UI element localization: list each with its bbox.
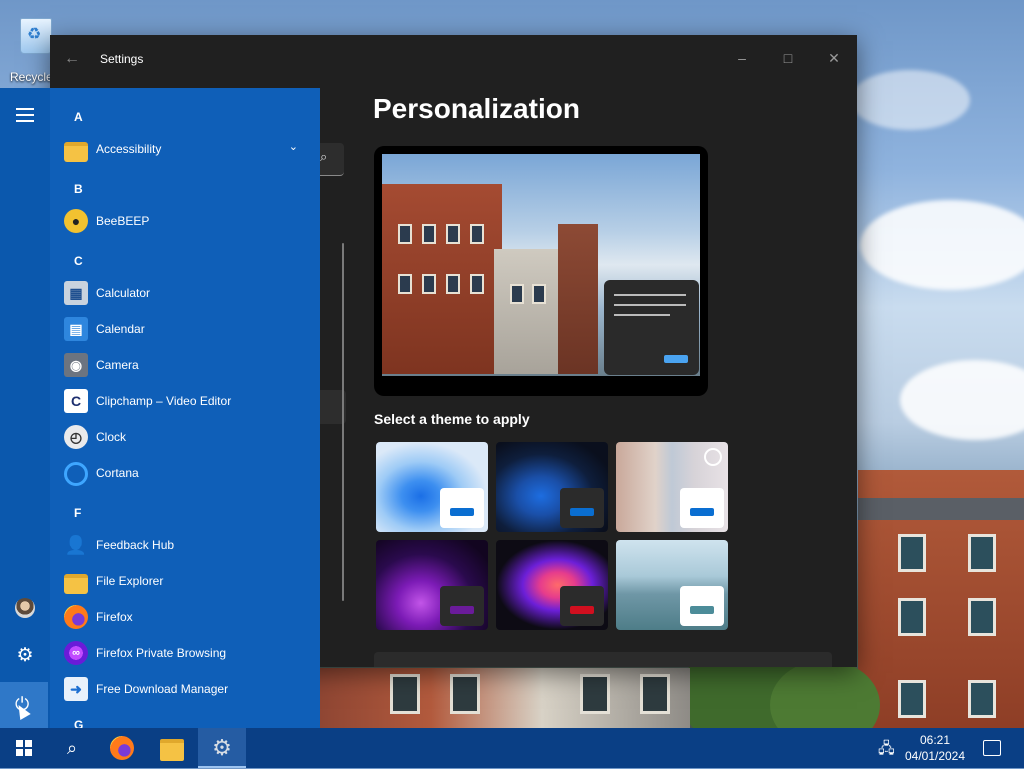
clock-time: 06:21: [919, 733, 951, 747]
app-label: Calendar: [96, 322, 145, 336]
theme-accent-bar: [690, 508, 714, 516]
app-label: Calculator: [96, 286, 151, 300]
windows-logo-icon: [16, 740, 32, 756]
chevron-down-icon: ⌄: [288, 141, 298, 153]
list-item-free-download-manager[interactable]: ➜ Free Download Manager: [62, 672, 312, 706]
folder-icon: [160, 739, 184, 761]
desktop-houses: [320, 668, 690, 728]
title-bar[interactable]: ← Settings – □ ✕: [50, 35, 857, 83]
theme-section-label: Select a theme to apply: [374, 411, 530, 427]
theme-accent-bar: [570, 606, 594, 614]
group-header-f[interactable]: F: [74, 506, 81, 520]
minimize-button[interactable]: –: [727, 43, 757, 73]
theme-accent-bar: [690, 606, 714, 614]
taskbar-clock[interactable]: 06:21 04/01/2024: [900, 732, 970, 764]
feedback-icon: 👤: [64, 535, 88, 555]
search-icon: ⌕: [320, 149, 328, 164]
firefox-icon: [110, 736, 134, 760]
app-label: File Explorer: [96, 574, 164, 588]
search-icon: ⌕: [66, 738, 78, 758]
calculator-icon: ▦: [64, 281, 88, 305]
theme-accent-bar: [570, 508, 594, 516]
settings-gear-icon[interactable]: ⚙: [14, 645, 36, 667]
app-label: Cortana: [96, 466, 139, 480]
recycle-bin-shortcut[interactable]: Recycle: [4, 10, 54, 84]
app-label: Clipchamp – Video Editor: [96, 394, 232, 408]
clipchamp-icon: C: [64, 389, 88, 413]
list-item-clock[interactable]: ◴ Clock: [62, 420, 312, 454]
folder-icon: [64, 574, 88, 594]
hamburger-menu-icon[interactable]: [16, 108, 34, 122]
recycle-bin-label: Recycle: [10, 70, 53, 84]
app-label: Firefox Private Browsing: [96, 646, 227, 660]
start-menu: ⚙ ⏻ A Accessibility ⌄ B ● BeeBEEP C ▦ Ca…: [0, 88, 320, 728]
group-header-a[interactable]: A: [74, 110, 83, 124]
folder-icon: [64, 142, 88, 162]
network-icon[interactable]: 🖧: [878, 738, 895, 763]
list-item-file-explorer[interactable]: File Explorer: [62, 564, 312, 598]
group-header-g[interactable]: G: [74, 718, 83, 728]
taskbar-file-explorer[interactable]: [148, 728, 196, 768]
maximize-button[interactable]: □: [773, 43, 803, 73]
list-item-calculator[interactable]: ▦ Calculator: [62, 276, 312, 310]
theme-grid: [376, 442, 732, 632]
arrow-left-icon[interactable]: ←: [64, 51, 82, 67]
theme-accent-bar: [450, 606, 474, 614]
theme-accent-bar: [450, 508, 474, 516]
firefox-private-icon: ∞: [64, 641, 88, 665]
app-label: Feedback Hub: [96, 538, 175, 552]
list-item-beebeep[interactable]: ● BeeBEEP: [62, 204, 312, 238]
desktop-building: [858, 470, 1024, 728]
recycle-bin-icon: [20, 18, 52, 54]
next-setting-card[interactable]: [374, 652, 832, 667]
close-button[interactable]: ✕: [819, 43, 849, 73]
app-label: Clock: [96, 430, 127, 444]
cortana-icon: [64, 462, 88, 486]
calendar-icon: ▤: [64, 317, 88, 341]
group-header-b[interactable]: B: [74, 182, 83, 196]
list-item-cortana[interactable]: Cortana: [62, 456, 312, 490]
preview-dialog: [604, 280, 699, 375]
taskbar-settings[interactable]: ⚙: [198, 728, 246, 768]
user-avatar[interactable]: [15, 598, 35, 618]
theme-tile-windows-light[interactable]: [376, 442, 488, 532]
theme-tile-glow[interactable]: [376, 540, 488, 630]
search-button[interactable]: ⌕: [48, 728, 96, 768]
notification-center-icon[interactable]: [983, 740, 1001, 756]
list-item-accessibility[interactable]: Accessibility ⌄: [62, 132, 312, 166]
list-item-camera[interactable]: ◉ Camera: [62, 348, 312, 382]
camera-icon: ◉: [64, 353, 88, 377]
theme-tile-captured-motion[interactable]: [616, 442, 728, 532]
theme-tile-windows-dark[interactable]: [496, 442, 608, 532]
list-item-feedback-hub[interactable]: 👤 Feedback Hub: [62, 528, 312, 562]
app-label: Firefox: [96, 610, 133, 624]
theme-tile-sunrise[interactable]: [616, 540, 728, 630]
nav-scrollbar[interactable]: [342, 243, 344, 601]
app-label: Accessibility: [96, 142, 162, 156]
clock-icon: ◴: [64, 425, 88, 449]
app-label: BeeBEEP: [96, 214, 150, 228]
download-manager-icon: ➜: [64, 677, 88, 701]
theme-tile-captured-flow[interactable]: [496, 540, 608, 630]
app-label: Camera: [96, 358, 139, 372]
page-title: Personalization: [373, 93, 580, 124]
clock-date: 04/01/2024: [904, 749, 966, 763]
firefox-icon: [64, 605, 88, 629]
list-item-calendar[interactable]: ▤ Calendar: [62, 312, 312, 346]
bee-icon: ●: [64, 209, 88, 233]
slideshow-icon: [704, 448, 722, 466]
taskbar-firefox[interactable]: [98, 728, 146, 768]
theme-preview: [374, 146, 708, 396]
app-list: A Accessibility ⌄ B ● BeeBEEP C ▦ Calcul…: [50, 88, 320, 728]
window-title: Settings: [100, 52, 144, 66]
group-header-c[interactable]: C: [74, 254, 83, 268]
start-button[interactable]: [0, 728, 48, 768]
start-rail: ⚙ ⏻: [0, 88, 50, 728]
app-label: Free Download Manager: [96, 682, 229, 696]
list-item-firefox-private[interactable]: ∞ Firefox Private Browsing: [62, 636, 312, 670]
list-item-clipchamp[interactable]: C Clipchamp – Video Editor: [62, 384, 312, 418]
taskbar: ⌕ ⚙ 🖧: [0, 728, 1024, 768]
gear-icon: ⚙: [212, 735, 232, 760]
list-item-firefox[interactable]: Firefox: [62, 600, 312, 634]
